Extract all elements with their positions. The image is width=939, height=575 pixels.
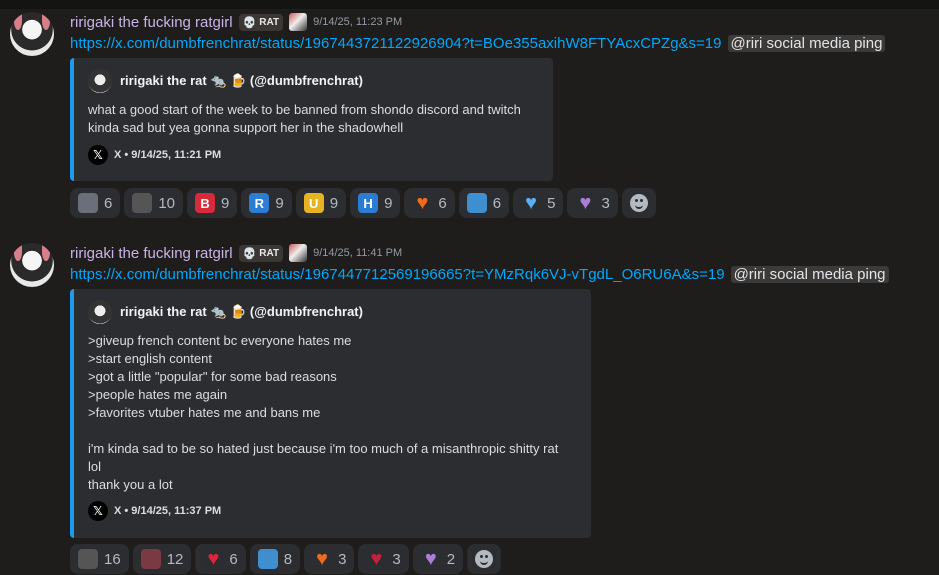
hug-icon <box>257 549 278 569</box>
reaction-count: 9 <box>329 194 339 212</box>
message-header: ririgaki the fucking ratgirl 💀 RAT 9/14/2… <box>70 13 402 31</box>
reaction-button[interactable]: ♥ 3 <box>304 544 355 574</box>
x-logo-icon: 𝕏 <box>88 501 108 521</box>
reaction-count: 3 <box>601 194 610 212</box>
reaction-count: 6 <box>492 194 502 212</box>
emote-icon <box>78 193 98 213</box>
skull-icon: 💀 <box>242 16 257 29</box>
reaction-button[interactable]: U9 <box>295 188 347 218</box>
reaction-button[interactable]: ♥ 2 <box>412 544 464 574</box>
skull-icon: 💀 <box>242 247 257 260</box>
embed-description: what a good start of the week to be bann… <box>88 102 521 135</box>
embed-footer-text: X • 9/14/25, 11:37 PM <box>114 505 222 517</box>
fire-heart-icon: ♥ <box>316 547 328 570</box>
reaction-count: 5 <box>547 194 556 212</box>
fire-heart-icon: ♥ <box>416 191 429 214</box>
role-tag[interactable]: 💀 RAT <box>238 13 284 31</box>
reaction-count: 3 <box>392 550 401 568</box>
avatar[interactable] <box>10 243 54 287</box>
reaction-count: 3 <box>338 550 347 568</box>
message-content: https://x.com/dumbfrenchrat/status/19674… <box>70 35 886 52</box>
avatar[interactable] <box>10 12 54 56</box>
message-header: ririgaki the fucking ratgirl 💀 RAT 9/14/2… <box>70 244 402 262</box>
x-logo-icon: 𝕏 <box>88 145 108 165</box>
role-tag-label: RAT <box>259 16 280 28</box>
purple-heart-icon: ♥ <box>579 191 592 214</box>
reaction-count: 10 <box>158 194 176 212</box>
timestamp[interactable]: 9/14/25, 11:41 PM <box>313 247 402 259</box>
letter-u-icon: U <box>303 193 324 213</box>
anatomical-heart-icon: ♥ <box>370 547 383 570</box>
letter-b-icon: B <box>195 193 216 213</box>
add-reaction-button[interactable] <box>621 188 656 218</box>
embed-footer-text: X • 9/14/25, 11:21 PM <box>114 149 222 161</box>
reaction-button[interactable]: 6 <box>458 188 510 218</box>
reaction-button[interactable]: 8 <box>249 544 301 574</box>
reaction-count: 9 <box>275 194 284 212</box>
role-mention[interactable]: @riri social media ping <box>727 35 886 52</box>
top-bar <box>0 0 939 9</box>
username[interactable]: ririgaki the fucking ratgirl <box>70 245 233 262</box>
add-reaction-button[interactable] <box>467 544 502 574</box>
reaction-button[interactable]: ♥ 6 <box>195 544 246 574</box>
reaction-button[interactable]: 12 <box>132 544 192 574</box>
reaction-count: 2 <box>446 550 456 568</box>
reaction-button[interactable]: B9 <box>187 188 238 218</box>
reaction-count: 6 <box>229 550 238 568</box>
reaction-button[interactable]: ♥ 5 <box>513 188 564 218</box>
emote-icon <box>140 549 161 569</box>
role-tag-label: RAT <box>259 247 280 259</box>
reaction-button[interactable]: H9 <box>350 188 401 218</box>
reaction-count: 8 <box>283 550 293 568</box>
reaction-button[interactable]: 10 <box>124 188 184 218</box>
hug-icon <box>466 193 487 213</box>
emote-icon <box>132 193 153 213</box>
embed-description: >giveup french content bc everyone hates… <box>88 333 559 492</box>
red-heart-icon: ♥ <box>207 547 220 570</box>
reaction-button[interactable]: 6 <box>70 188 121 218</box>
reaction-button[interactable]: ♥ 6 <box>404 188 455 218</box>
role-icon <box>289 244 308 262</box>
reaction-count: 6 <box>104 194 113 212</box>
embed-author[interactable]: ririgaki the rat 🐀 🍺 (@dumbfrenchrat) <box>88 69 363 93</box>
blue-heart-icon: ♥ <box>525 191 538 214</box>
tweet-embed: ririgaki the rat 🐀 🍺 (@dumbfrenchrat) wh… <box>70 58 553 181</box>
tweet-embed: ririgaki the rat 🐀 🍺 (@dumbfrenchrat) >g… <box>70 289 591 538</box>
embed-author-name: ririgaki the rat 🐀 🍺 (@dumbfrenchrat) <box>120 304 363 319</box>
reaction-button[interactable]: ♥ 3 <box>567 188 618 218</box>
username[interactable]: ririgaki the fucking ratgirl <box>70 14 233 31</box>
message-content: https://x.com/dumbfrenchrat/status/19674… <box>70 266 889 283</box>
role-icon <box>289 13 308 31</box>
reaction-count: 9 <box>384 194 393 212</box>
reactions-bar: 6 10 B 9 R 9 U 9 H 9 ♥ 6 6 ♥ 5 ♥ 3 <box>70 188 656 218</box>
embed-author[interactable]: ririgaki the rat 🐀 🍺 (@dumbfrenchrat) <box>88 300 363 324</box>
purple-heart-icon: ♥ <box>424 547 437 570</box>
reaction-count: 12 <box>166 550 184 568</box>
letter-r-icon: R <box>249 193 270 213</box>
reaction-count: 6 <box>438 194 447 212</box>
smiley-icon <box>629 194 648 212</box>
reaction-button[interactable]: 16 <box>70 544 129 574</box>
reactions-bar: 16 12 ♥ 6 8 ♥ 3 ♥ 3 ♥ 2 <box>70 544 502 574</box>
role-mention[interactable]: @riri social media ping <box>730 266 889 283</box>
timestamp[interactable]: 9/14/25, 11:23 PM <box>313 16 402 28</box>
reaction-button[interactable]: R9 <box>241 188 292 218</box>
embed-author-name: ririgaki the rat 🐀 🍺 (@dumbfrenchrat) <box>120 73 363 88</box>
tweet-link[interactable]: https://x.com/dumbfrenchrat/status/19674… <box>70 266 725 283</box>
reaction-count: 16 <box>104 550 121 568</box>
reaction-count: 9 <box>221 194 230 212</box>
emote-icon <box>78 549 98 569</box>
embed-author-avatar <box>88 300 112 324</box>
embed-footer: 𝕏 X • 9/14/25, 11:37 PM <box>88 501 221 521</box>
embed-author-avatar <box>88 69 112 93</box>
tweet-link[interactable]: https://x.com/dumbfrenchrat/status/19674… <box>70 35 722 52</box>
embed-footer: 𝕏 X • 9/14/25, 11:21 PM <box>88 145 221 165</box>
role-tag[interactable]: 💀 RAT <box>238 244 284 262</box>
letter-h-icon: H <box>358 193 379 213</box>
reaction-button[interactable]: ♥ 3 <box>358 544 409 574</box>
smiley-icon <box>475 550 494 568</box>
